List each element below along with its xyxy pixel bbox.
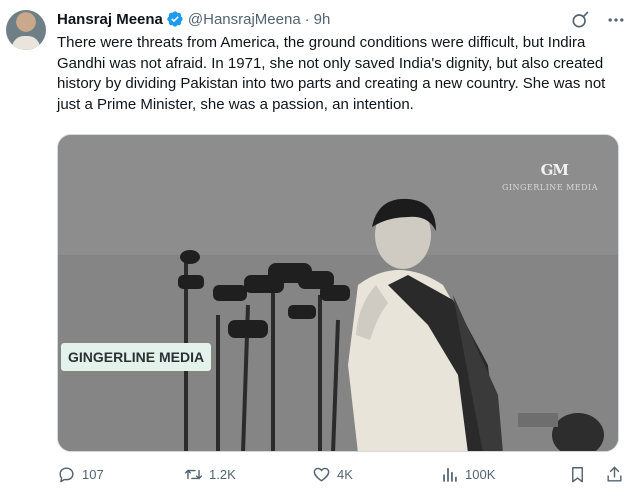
grok-button[interactable] bbox=[570, 10, 590, 30]
verified-badge-icon bbox=[167, 11, 183, 27]
like-button[interactable]: 4K bbox=[312, 465, 353, 484]
reply-count: 107 bbox=[82, 466, 104, 482]
tweet-top-actions bbox=[570, 10, 626, 30]
views-count: 100K bbox=[465, 466, 496, 482]
avatar[interactable] bbox=[6, 10, 46, 50]
bookmark-icon bbox=[572, 466, 583, 482]
share-button[interactable] bbox=[605, 465, 624, 484]
tweet-actions: 107 1.2K 4K 100K bbox=[57, 462, 625, 486]
timestamp[interactable]: 9h bbox=[314, 11, 331, 28]
views-button[interactable]: 100K bbox=[440, 465, 495, 484]
author-name[interactable]: Hansraj Meena bbox=[57, 11, 163, 28]
like-icon bbox=[313, 467, 330, 482]
more-icon bbox=[608, 18, 624, 22]
repost-icon bbox=[184, 469, 203, 479]
repost-count: 1.2K bbox=[209, 466, 236, 482]
media-logo-subtext: GINGERLINE MEDIA bbox=[501, 183, 598, 192]
watermark-label: GINGERLINE MEDIA bbox=[61, 343, 212, 371]
media-logo: GM bbox=[540, 161, 569, 179]
author-handle[interactable]: @HansrajMeena bbox=[188, 11, 301, 28]
share-icon bbox=[607, 466, 622, 482]
avatar-figure bbox=[12, 36, 40, 50]
tweet-video[interactable]: GM GINGERLINE MEDIA GINGERLINE MEDIA bbox=[57, 134, 619, 452]
more-button[interactable] bbox=[606, 10, 626, 30]
reply-icon bbox=[59, 466, 74, 482]
reply-button[interactable]: 107 bbox=[57, 465, 104, 484]
tweet-text: There were threats from America, the gro… bbox=[57, 34, 606, 113]
tweet-header: Hansraj Meena @HansrajMeena · 9h bbox=[57, 8, 330, 30]
views-icon bbox=[443, 467, 457, 482]
separator-dot: · bbox=[304, 10, 310, 28]
like-count: 4K bbox=[337, 466, 353, 482]
repost-button[interactable]: 1.2K bbox=[184, 465, 236, 484]
bookmark-button[interactable] bbox=[568, 465, 587, 484]
grok-icon bbox=[572, 11, 589, 28]
